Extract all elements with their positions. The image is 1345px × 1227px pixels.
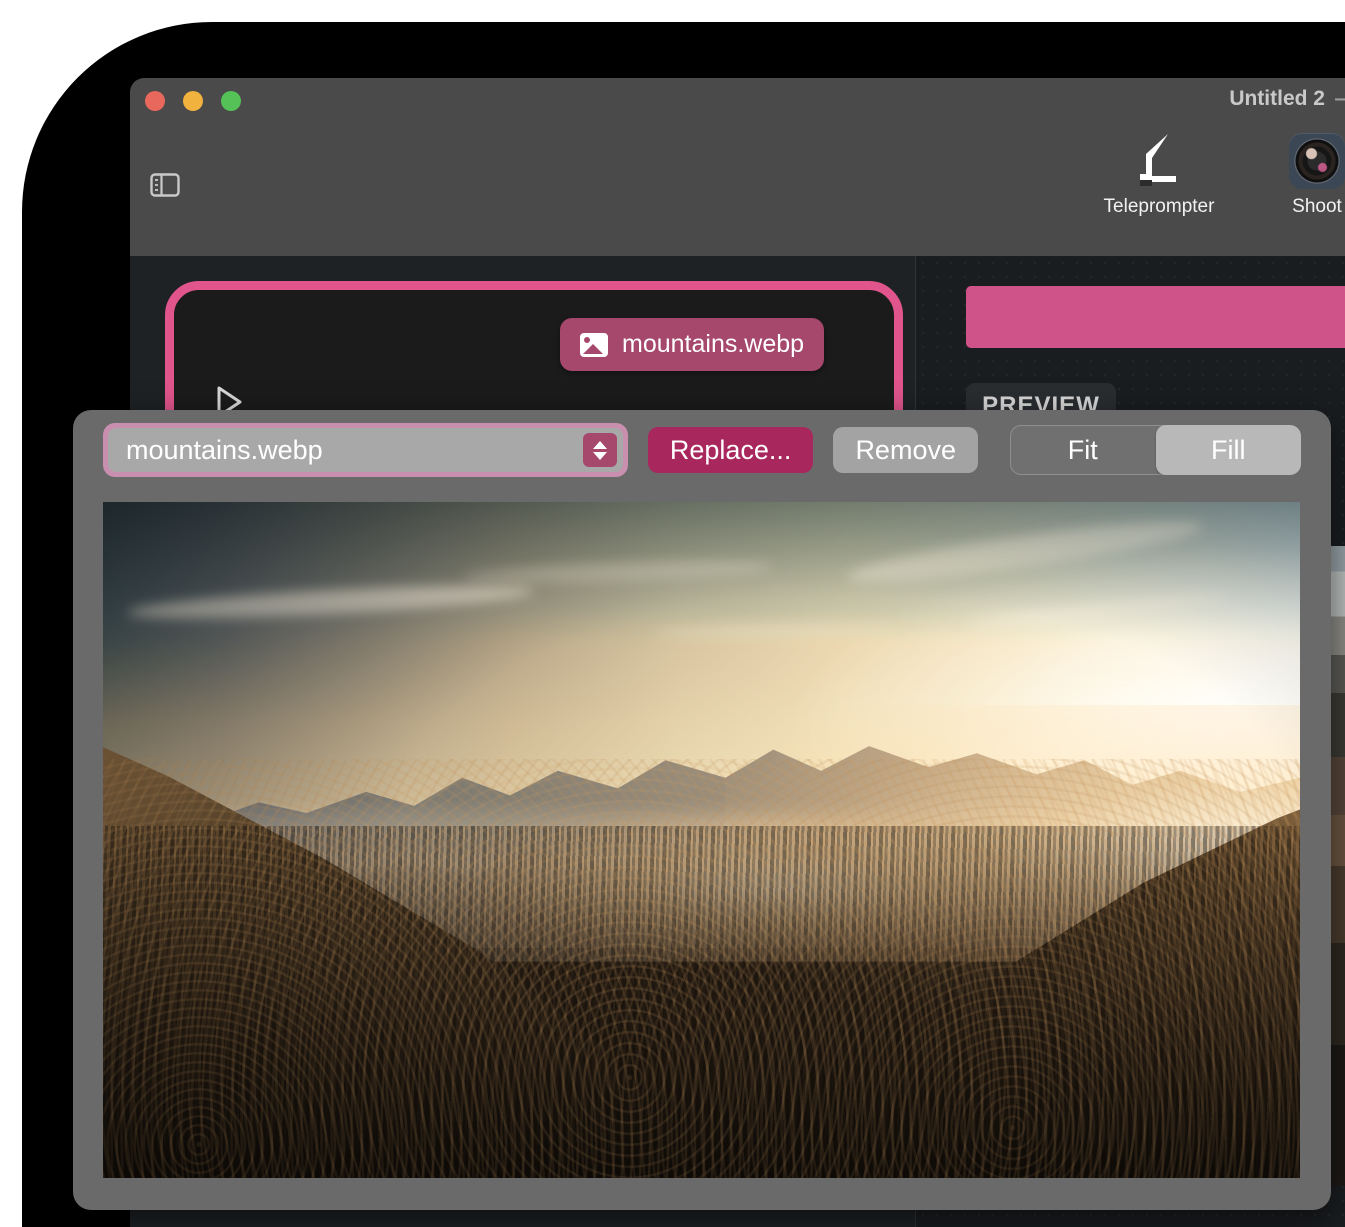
window-title-separator: — xyxy=(1335,87,1345,111)
asset-chip-label: mountains.webp xyxy=(622,330,805,358)
segment-fill[interactable]: Fill xyxy=(1155,425,1301,475)
toolbar-item-shoot[interactable]: Shoot xyxy=(1252,130,1345,218)
window-titlebar: Untitled 2 — E xyxy=(130,78,1345,256)
file-popup-value: mountains.webp xyxy=(126,434,323,465)
screen: Untitled 2 — E xyxy=(0,0,1345,1227)
camera-lens-icon xyxy=(1252,130,1345,192)
traffic-lights xyxy=(145,91,241,111)
image-settings-sheet: mountains.webp Replace... Remove Fit Fil… xyxy=(73,410,1331,1210)
teleprompter-icon xyxy=(1094,130,1224,192)
image-icon xyxy=(580,332,608,357)
mountains-photo xyxy=(103,502,1300,1178)
replace-button[interactable]: Replace... xyxy=(647,427,814,473)
segment-fit[interactable]: Fit xyxy=(1010,425,1156,475)
toolbar-item-teleprompter[interactable]: Teleprompter xyxy=(1094,130,1224,218)
up-down-chevron-icon[interactable] xyxy=(582,433,617,467)
preview-highlight-bar xyxy=(966,286,1345,348)
toolbar-item-label: Teleprompter xyxy=(1103,196,1215,217)
zoom-button[interactable] xyxy=(221,91,241,111)
window-title-text: Untitled 2 xyxy=(1229,87,1325,110)
remove-button[interactable]: Remove xyxy=(833,427,978,473)
sidebar-toggle-icon[interactable] xyxy=(150,173,180,197)
toolbar-items: Teleprompter Shoot xyxy=(1094,130,1345,218)
image-preview[interactable] xyxy=(103,502,1300,1178)
asset-chip-mountains[interactable]: mountains.webp xyxy=(560,318,825,371)
close-button[interactable] xyxy=(145,91,165,111)
minimize-button[interactable] xyxy=(183,91,203,111)
file-popup-button[interactable]: mountains.webp xyxy=(103,423,628,477)
window-title: Untitled 2 — E xyxy=(1229,87,1345,111)
toolbar-item-label: Shoot xyxy=(1292,196,1342,217)
secondary-image-thumbnail xyxy=(1330,546,1345,1186)
fit-fill-segmented-control[interactable]: Fit Fill xyxy=(1009,425,1301,475)
sheet-toolbar: mountains.webp Replace... Remove Fit Fil… xyxy=(73,410,1331,490)
